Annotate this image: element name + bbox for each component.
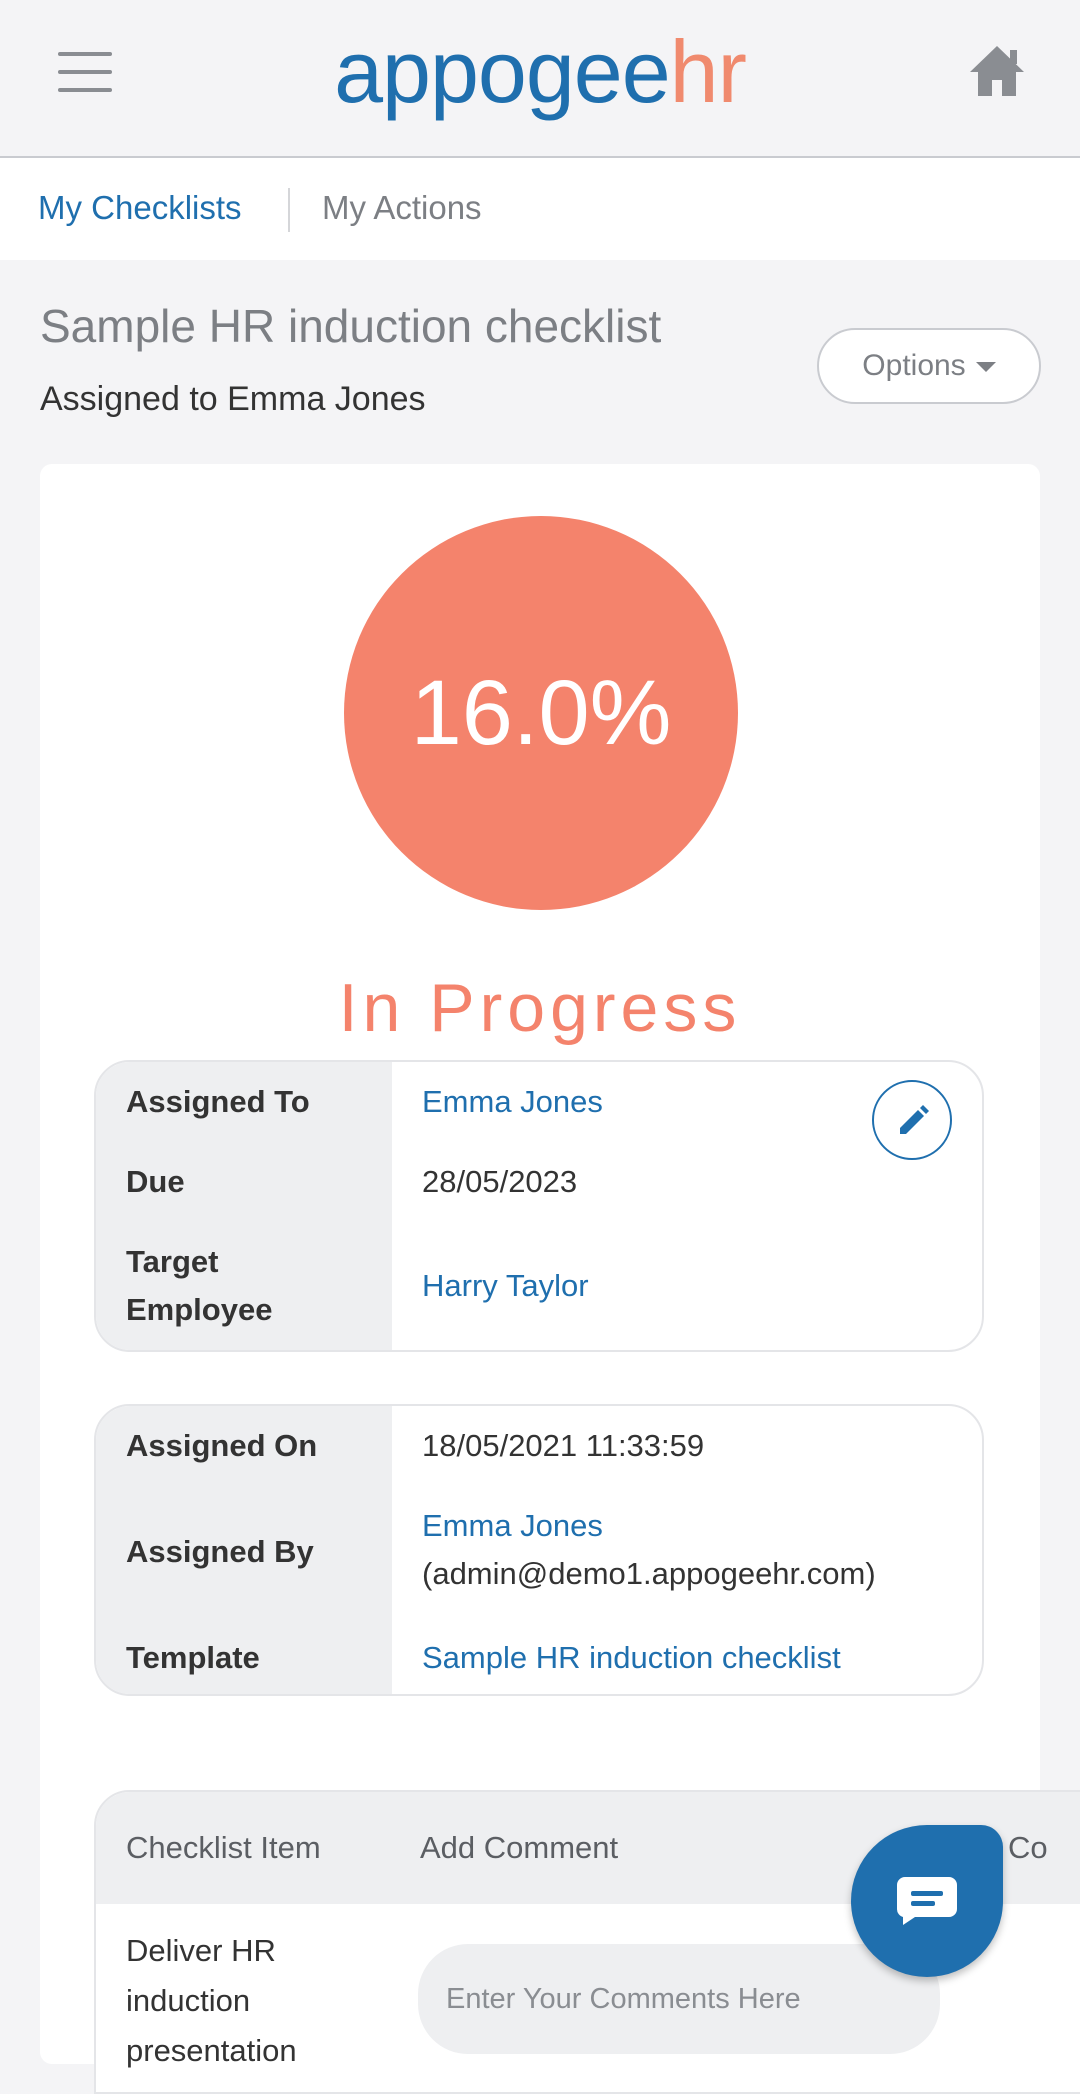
status-label: In Progress [338,970,742,1046]
tab-my-actions[interactable]: My Actions [322,188,482,228]
checklist-item-text: Deliver HR induction presentation [126,1933,297,2068]
options-label: Options [862,349,966,382]
assigned-on-value: 18/05/2021 11:33:59 [422,1428,705,1463]
page-title: Sample HR induction checklist [40,300,662,352]
column-header-add-comment: Add Comment [420,1830,619,1865]
comment-input[interactable] [418,1944,940,2054]
assigned-on-label: Assigned On [126,1428,318,1463]
options-button[interactable]: Options [817,328,1041,404]
home-icon[interactable] [968,44,1026,98]
logo-part-appogee: appogee [334,22,671,121]
app-header: appogeehr [0,0,1080,158]
caret-down-icon [975,362,996,373]
due-label: Due [126,1164,185,1199]
due-value: 28/05/2023 [422,1164,578,1199]
checklist-tabs: My Checklists My Actions [0,158,1080,260]
column-header-co: Co [1008,1830,1048,1865]
chat-icon [896,1877,957,1925]
template-link[interactable]: Sample HR induction checklist [422,1634,841,1682]
assignment-meta: Assigned On 18/05/2021 11:33:59 Assigned… [94,1404,984,1696]
assigned-by-link[interactable]: Emma Jones [422,1502,603,1550]
column-header-checklist-item: Checklist Item [126,1830,321,1865]
template-label: Template [126,1640,260,1675]
assigned-to-label: Assigned To [126,1084,310,1119]
tab-divider [288,188,290,232]
chat-button[interactable] [851,1825,1003,1977]
pencil-icon [900,1105,929,1134]
logo-part-hr: hr [669,22,747,121]
assignment-details: Assigned To Emma Jones Due 28/05/2023 Ta… [94,1060,984,1352]
tab-my-checklists[interactable]: My Checklists [38,188,242,228]
progress-circle: 16.0% [344,516,738,910]
assigned-subtitle: Assigned to Emma Jones [40,380,426,418]
app-logo[interactable]: appogeehr [0,22,1080,122]
assigned-by-email: (admin@demo1.appogeehr.com) [422,1556,876,1591]
assigned-by-label: Assigned By [126,1534,314,1569]
target-employee-label: Target Employee [126,1244,273,1327]
target-employee-link[interactable]: Harry Taylor [422,1262,589,1310]
assigned-to-link[interactable]: Emma Jones [422,1078,603,1126]
edit-button[interactable] [872,1080,952,1160]
